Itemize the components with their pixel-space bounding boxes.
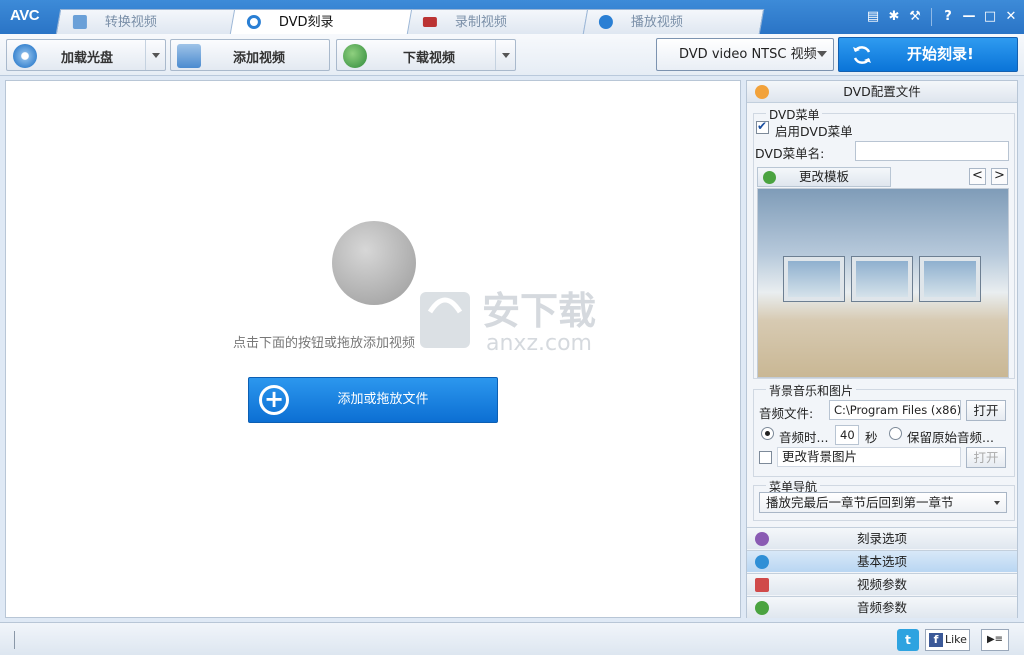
facebook-like-button[interactable]: Like — [925, 629, 970, 651]
change-template-tab[interactable]: 更改模板 — [757, 167, 891, 187]
tab-record-video[interactable]: 录制视频 — [405, 9, 589, 34]
change-background-label: 更改背景图片 — [777, 447, 961, 467]
dvd-menu-name-label: DVD菜单名: — [755, 146, 825, 161]
download-video-button[interactable]: 下载视频 — [336, 39, 516, 71]
accordion-label: 刻录选项 — [856, 531, 907, 546]
status-separator — [14, 631, 15, 649]
background-group-label: 背景音乐和图片 — [766, 382, 857, 399]
audio-time-label: 音频时... — [779, 430, 829, 445]
speaker-icon — [755, 601, 769, 615]
load-disc-button[interactable]: 加载光盘 — [6, 39, 166, 71]
change-background-checkbox[interactable] — [759, 451, 772, 464]
change-template-label: 更改模板 — [798, 169, 849, 184]
open-background-button[interactable]: 打开 — [966, 447, 1006, 468]
tab-label: 播放视频 — [630, 15, 683, 30]
template-frame — [784, 257, 844, 301]
audio-time-input[interactable]: 40 — [835, 425, 859, 445]
start-burn-button[interactable]: 开始刻录! — [838, 37, 1018, 72]
register-icon[interactable]: ▤ — [864, 8, 882, 26]
tab-play-video[interactable]: 播放视频 — [581, 9, 765, 34]
app-music-logo-icon — [332, 221, 416, 305]
gear-icon[interactable]: ✱ — [885, 8, 903, 26]
audio-file-path-input[interactable]: C:\Program Files (x86)\A — [829, 400, 961, 420]
wrench-icon — [755, 555, 769, 569]
accordion-basic-options[interactable]: 基本选项 — [747, 550, 1017, 572]
tab-label: DVD刻录 — [278, 15, 334, 30]
chevron-down-icon[interactable] — [495, 40, 515, 70]
audio-time-radio[interactable] — [761, 427, 774, 440]
minimize-button[interactable]: — — [960, 8, 978, 26]
menu-navigation-value: 播放完最后一章节后回到第一章节 — [766, 495, 954, 510]
keep-original-audio-label: 保留原始音频... — [907, 430, 994, 445]
accordion-burn-options[interactable]: 刻录选项 — [747, 527, 1017, 549]
burn-options-icon — [755, 532, 769, 546]
play-icon — [598, 15, 613, 29]
panel-header-label: DVD配置文件 — [843, 84, 921, 99]
add-files-label: 添加或拖放文件 — [337, 392, 429, 407]
convert-icon — [72, 15, 87, 29]
window-controls: ▤ ✱ ⚒ ? — □ ✕ — [864, 8, 1020, 26]
profile-value: DVD video NTSC 视频 — [679, 47, 817, 62]
keep-original-audio-radio[interactable] — [889, 427, 902, 440]
twitter-icon[interactable]: t — [897, 629, 919, 651]
watermark-text: 安下载 — [482, 289, 596, 333]
pencil-icon — [763, 171, 776, 184]
add-video-button[interactable]: 添加视频 — [170, 39, 330, 71]
seconds-label: 秒 — [865, 430, 878, 445]
accordion-label: 音频参数 — [856, 600, 907, 615]
record-icon — [422, 17, 437, 27]
accordion-label: 基本选项 — [856, 554, 907, 569]
close-button[interactable]: ✕ — [1002, 8, 1020, 26]
open-audio-button[interactable]: 打开 — [966, 400, 1006, 421]
title-bar: AVC 转换视频 播放视频 录制视频 DVD刻录 ▤ ✱ ⚒ ? — □ ✕ — [0, 0, 1024, 34]
help-button[interactable]: ? — [939, 8, 957, 26]
template-frame — [852, 257, 912, 301]
film-icon — [755, 578, 769, 592]
plus-icon: + — [259, 385, 289, 415]
template-prev-button[interactable]: < — [969, 168, 986, 185]
enable-dvd-menu-label: 启用DVD菜单 — [775, 124, 853, 139]
dvd-menu-name-input[interactable] — [855, 141, 1009, 161]
tab-label: 录制视频 — [454, 15, 507, 30]
dvd-profile-panel: DVD配置文件 DVD菜单 启用DVD菜单 DVD菜单名: 更改模板 < > 背… — [746, 80, 1018, 618]
menu-navigation-select[interactable]: 播放完最后一章节后回到第一章节 — [759, 492, 1007, 513]
output-profile-select[interactable]: DVD video NTSC 视频 — [656, 38, 834, 71]
add-or-drop-files-button[interactable]: + 添加或拖放文件 — [248, 377, 498, 423]
disc-add-icon — [13, 44, 37, 68]
template-preview-image[interactable] — [757, 188, 1009, 378]
drop-hint-text: 点击下面的按钮或拖放添加视频 — [232, 336, 415, 351]
download-video-label: 下载视频 — [403, 51, 456, 66]
start-burn-label: 开始刻录! — [907, 45, 974, 63]
template-frame — [920, 257, 980, 301]
film-add-icon — [177, 44, 201, 68]
toolbar: 加载光盘 添加视频 下载视频 DVD video NTSC 视频 开始刻录! — [0, 34, 1024, 76]
separator — [931, 8, 932, 26]
status-bar: t Like ▶≡ — [0, 622, 1024, 655]
load-disc-label: 加载光盘 — [61, 51, 114, 66]
template-next-button[interactable]: > — [991, 168, 1008, 185]
globe-download-icon — [343, 44, 367, 68]
chevron-down-icon — [811, 39, 833, 70]
add-video-label: 添加视频 — [233, 51, 286, 66]
audio-file-label: 音频文件: — [759, 406, 814, 421]
profile-icon — [755, 85, 769, 99]
accordion-video-parameters[interactable]: 视频参数 — [747, 573, 1017, 595]
disc-icon — [246, 15, 261, 29]
chevron-down-icon[interactable] — [145, 40, 165, 70]
tab-label: 转换视频 — [104, 15, 157, 30]
maximize-button[interactable]: □ — [981, 8, 999, 26]
tab-dvd-burn[interactable]: DVD刻录 — [229, 9, 413, 34]
playlist-toggle-icon[interactable]: ▶≡ — [981, 629, 1009, 651]
panel-header[interactable]: DVD配置文件 — [747, 81, 1017, 103]
wrench-icon[interactable]: ⚒ — [906, 8, 924, 26]
video-drop-area[interactable]: 安下载 anxz.com 点击下面的按钮或拖放添加视频 + 添加或拖放文件 — [5, 80, 741, 618]
app-logo: AVC — [10, 7, 40, 24]
accordion-label: 视频参数 — [856, 577, 907, 592]
tab-convert-video[interactable]: 转换视频 — [55, 9, 239, 34]
accordion-audio-parameters[interactable]: 音频参数 — [747, 596, 1017, 618]
enable-dvd-menu-checkbox[interactable] — [756, 119, 769, 134]
refresh-icon — [853, 46, 871, 64]
